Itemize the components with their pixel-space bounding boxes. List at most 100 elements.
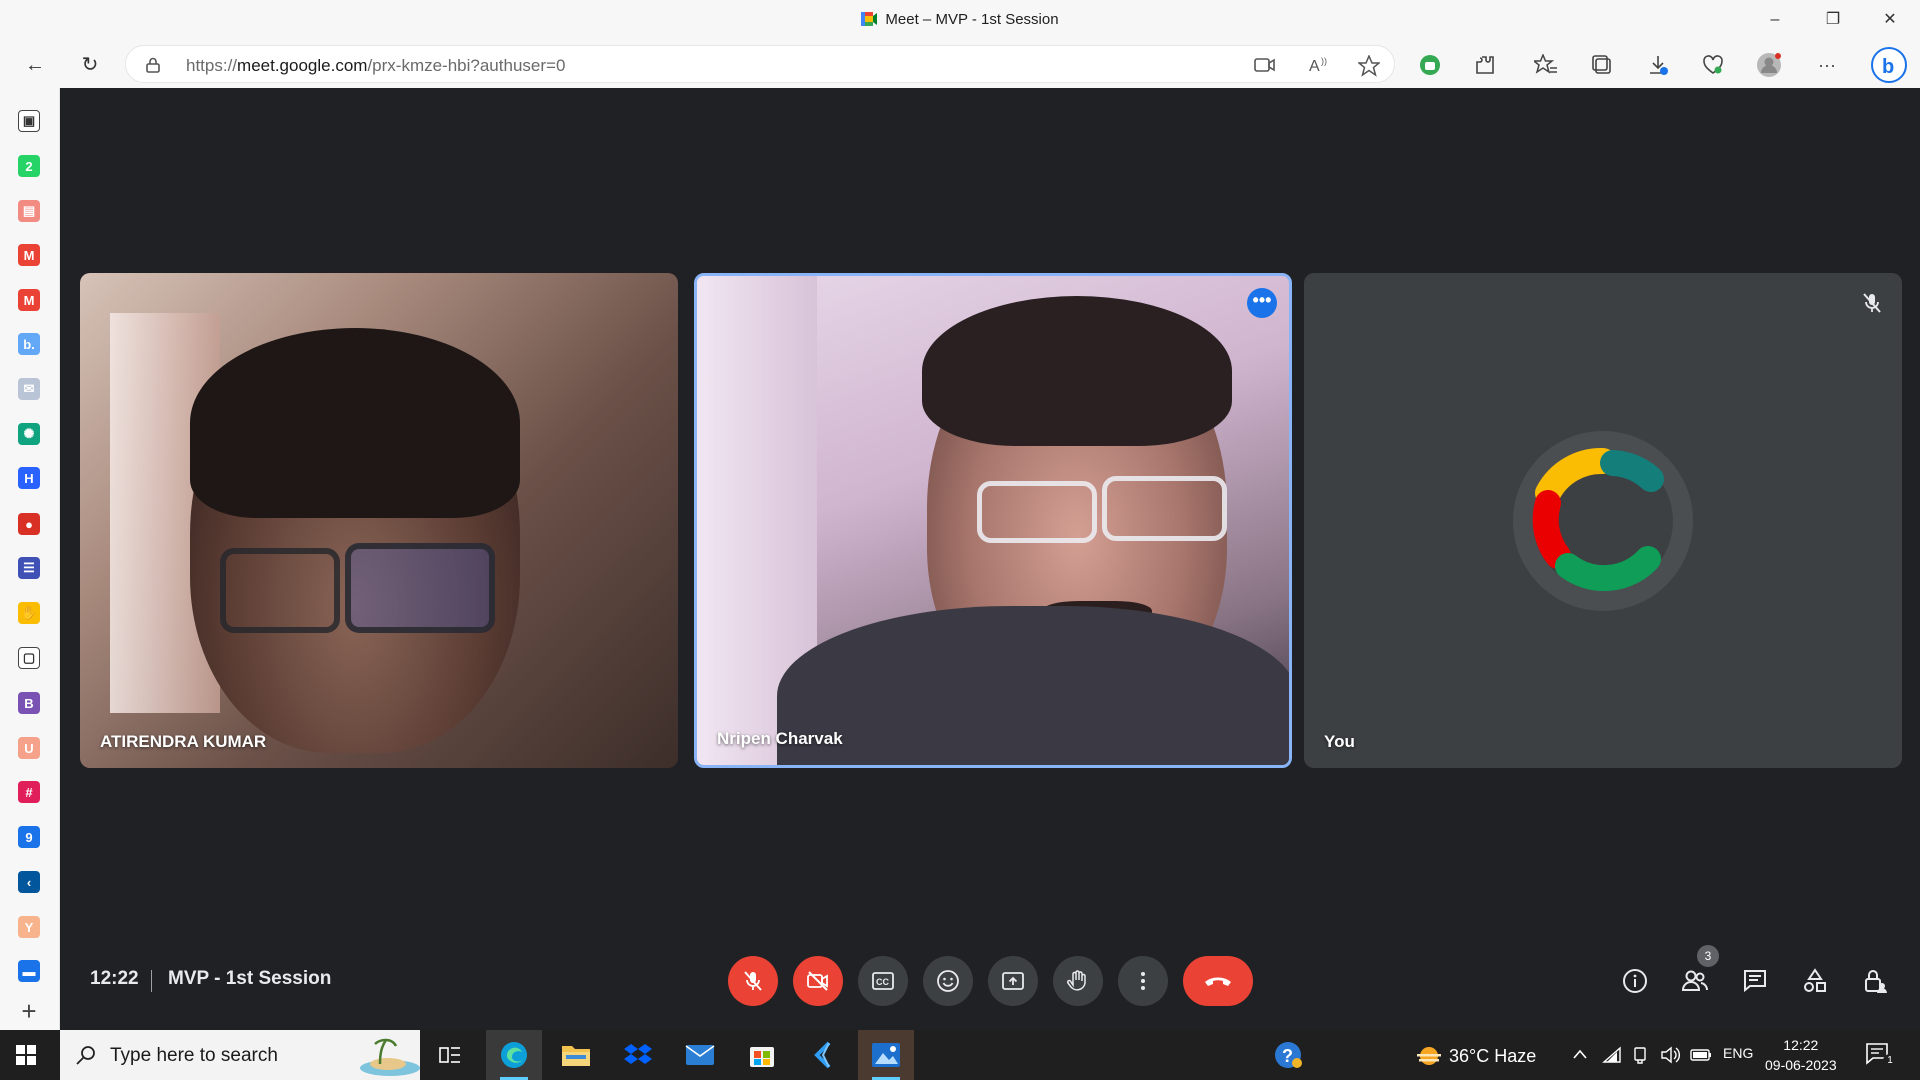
taskbar-clock[interactable]: 12:22 09-06-2023 [1765, 1035, 1837, 1075]
camera-off-icon [807, 971, 828, 991]
participant-tile-atirendra[interactable]: ATIRENDRA KUMAR [80, 273, 678, 768]
collections-icon[interactable] [1587, 50, 1617, 80]
volume-icon[interactable] [1660, 1046, 1680, 1064]
mail-icon [685, 1045, 715, 1065]
taskbar-dropbox-button[interactable] [610, 1030, 666, 1080]
url-text[interactable]: https://meet.google.com/prx-kmze-hbi?aut… [186, 56, 565, 76]
sidebar-document-icon[interactable]: ▢ [18, 647, 40, 669]
sidebar-hashnode-icon[interactable]: H [18, 467, 40, 489]
sidebar-pdf-icon[interactable]: ▤ [18, 200, 40, 222]
sidebar-app-icon[interactable]: ✉ [18, 378, 40, 400]
favorite-star-icon[interactable] [1358, 55, 1380, 77]
captions-button[interactable]: CC [858, 956, 908, 1006]
people-button[interactable] [1680, 966, 1710, 996]
sidebar-chatgpt-icon[interactable]: ✺ [18, 423, 40, 445]
mic-toggle-button[interactable] [728, 956, 778, 1006]
settings-more-button[interactable]: ··· [1812, 50, 1842, 80]
restore-button[interactable]: ❐ [1821, 8, 1845, 32]
taskbar-time: 12:22 [1783, 1037, 1819, 1053]
participant-name: Nripen Charvak [717, 729, 843, 748]
extension-green-icon[interactable] [1415, 50, 1445, 80]
browser-toolbar: ← ↻ https://meet.google.com/prx-kmze-hbi… [0, 40, 1920, 88]
tile-more-options-button[interactable]: ••• [1247, 288, 1277, 318]
taskbar-edge-button[interactable] [486, 1030, 542, 1080]
leave-call-button[interactable] [1183, 956, 1253, 1006]
tray-help-button[interactable]: ? [1260, 1030, 1316, 1080]
photos-icon [872, 1043, 900, 1067]
weather-widget[interactable]: 36°C Haze [1415, 1044, 1536, 1068]
sidebar-tabs-icon[interactable]: ▣ [18, 110, 40, 132]
sidebar-booking-icon[interactable]: b. [18, 333, 40, 355]
code-editor-icon [814, 1041, 831, 1069]
browser-essentials-icon[interactable] [1698, 50, 1728, 80]
camera-permission-icon[interactable] [1254, 57, 1276, 73]
sidebar-list-icon[interactable]: ☰ [18, 557, 40, 579]
search-icon [76, 1046, 95, 1065]
sidebar-hand-icon[interactable]: ✋ [18, 602, 40, 624]
sidebar-whatsapp-icon[interactable]: 2 [18, 155, 40, 177]
taskbar-photos-button[interactable] [858, 1030, 914, 1080]
sidebar-gmail-icon[interactable]: M [18, 244, 40, 266]
downloads-icon[interactable] [1643, 50, 1673, 80]
camera-toggle-button[interactable] [793, 956, 843, 1006]
taskbar-mail-button[interactable] [672, 1030, 728, 1080]
present-screen-button[interactable] [988, 956, 1038, 1006]
raise-hand-button[interactable] [1053, 956, 1103, 1006]
minimize-button[interactable]: – [1763, 8, 1787, 32]
url-path: /prx-kmze-hbi?authuser=0 [367, 56, 566, 75]
sidebar-record-icon[interactable]: ● [18, 513, 40, 535]
sidebar-bootstrap-icon[interactable]: B [18, 692, 40, 714]
taskbar-search-box[interactable]: Type here to search [60, 1030, 420, 1080]
glasses-right [1102, 476, 1227, 541]
taskbar-file-explorer-button[interactable] [548, 1030, 604, 1080]
notification-center-button[interactable]: 1 [1865, 1042, 1897, 1070]
device-icon[interactable] [1632, 1046, 1650, 1064]
host-controls-button[interactable] [1860, 966, 1890, 996]
sidebar-add-icon[interactable]: + [18, 996, 40, 1026]
reload-button[interactable]: ↻ [75, 50, 105, 80]
participant-tile-nripen[interactable]: ••• Nripen Charvak [694, 273, 1292, 768]
address-bar[interactable]: https://meet.google.com/prx-kmze-hbi?aut… [125, 45, 1395, 83]
google-meet-favicon-icon [861, 12, 878, 26]
participant-tile-you[interactable]: You [1304, 273, 1902, 768]
chat-button[interactable] [1740, 966, 1770, 996]
edge-icon [501, 1042, 527, 1068]
participant-hair [190, 328, 520, 518]
battery-icon[interactable] [1690, 1048, 1712, 1062]
sidebar-gmail-icon-2[interactable]: M [18, 289, 40, 311]
sidebar-upwork-icon[interactable]: U [18, 737, 40, 759]
lock-person-icon [1865, 970, 1887, 993]
back-button[interactable]: ← [20, 50, 50, 80]
url-prefix: https:// [186, 56, 238, 75]
extensions-puzzle-icon[interactable] [1470, 50, 1500, 80]
taskbar-store-button[interactable] [734, 1030, 790, 1080]
meeting-details-button[interactable] [1620, 966, 1650, 996]
close-button[interactable]: ✕ [1878, 8, 1902, 32]
glasses-left [977, 481, 1097, 543]
show-hidden-icons-icon[interactable] [1572, 1048, 1588, 1060]
sidebar-ycombinator-icon[interactable]: Y [18, 916, 40, 938]
svg-text:A: A [1309, 58, 1320, 75]
haze-weather-icon [1417, 1047, 1441, 1065]
bing-copilot-icon[interactable]: b [1870, 46, 1908, 84]
sidebar-slack-icon[interactable]: # [18, 781, 40, 803]
wifi-icon[interactable] [1602, 1046, 1622, 1064]
svg-text:)): )) [1321, 56, 1327, 66]
more-options-button[interactable] [1118, 956, 1168, 1006]
activities-button[interactable] [1800, 966, 1830, 996]
window-title: Meet – MVP - 1st Session [0, 11, 1920, 28]
present-screen-icon [1002, 972, 1024, 990]
windows-start-icon[interactable] [16, 1045, 36, 1065]
task-view-button[interactable] [422, 1030, 478, 1080]
read-aloud-icon[interactable]: A)) [1308, 55, 1330, 75]
sidebar-panel-icon[interactable]: ▬ [18, 960, 40, 982]
favorites-icon[interactable] [1531, 50, 1561, 80]
user-avatar [1513, 431, 1693, 611]
taskbar-vscode-button[interactable] [796, 1030, 852, 1080]
language-indicator[interactable]: ENG [1723, 1045, 1753, 1061]
search-highlight-icon [360, 1038, 420, 1076]
sidebar-flutter-icon[interactable]: ‹ [18, 871, 40, 893]
reactions-button[interactable] [923, 956, 973, 1006]
profile-avatar-icon[interactable] [1754, 50, 1784, 80]
sidebar-calendar-icon[interactable]: 9 [18, 826, 40, 848]
